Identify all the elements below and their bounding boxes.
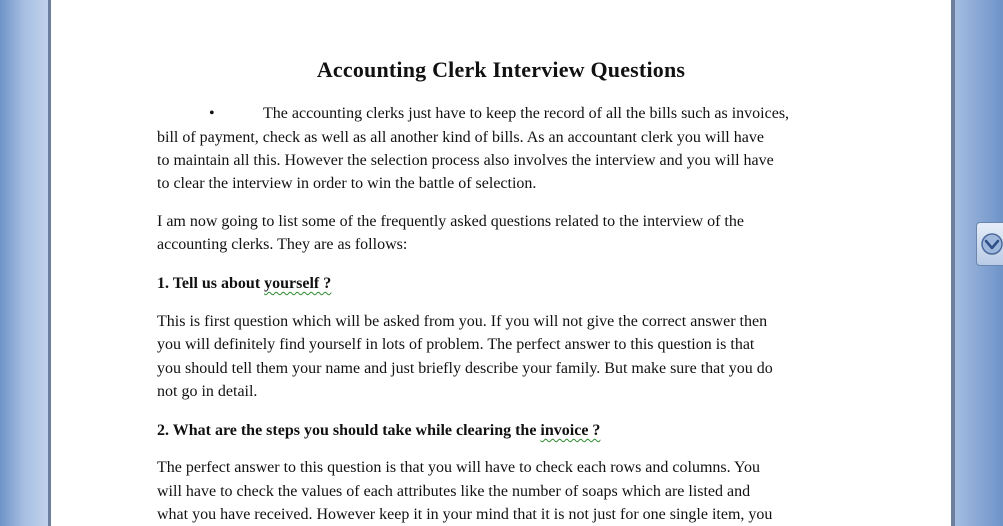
- question-text: 2. What are the steps you should take wh…: [157, 422, 541, 439]
- answer-line: not go in detail.: [157, 383, 258, 400]
- intro-paragraph-line: • The accounting clerks just have to keep…: [157, 102, 847, 125]
- browse-object-button[interactable]: [976, 222, 1003, 266]
- document-page[interactable]: Accounting Clerk Interview Questions • Th…: [51, 0, 951, 526]
- question-text: 1. Tell us about: [157, 275, 265, 292]
- question-heading-2: 2. What are the steps you should take wh…: [157, 419, 847, 442]
- grammar-flagged-word: invoice ?: [540, 422, 601, 439]
- document-title: Accounting Clerk Interview Questions: [316, 57, 686, 82]
- answer-line: will have to check the values of each at…: [157, 483, 751, 500]
- list-intro-line: accounting clerks. They are as follows:: [157, 236, 408, 253]
- bullet-icon: •: [209, 105, 215, 122]
- browse-object-icon: [981, 233, 1003, 255]
- question-heading-1: 1. Tell us about yourself ?: [157, 272, 847, 295]
- intro-paragraph-line: bill of payment, check as well as all an…: [157, 129, 764, 146]
- intro-text: The accounting clerks just have to keep …: [263, 105, 790, 122]
- answer-line: you should tell them your name and just …: [157, 360, 773, 377]
- answer-line: The perfect answer to this question is t…: [157, 459, 760, 476]
- list-intro-line: I am now going to list some of the frequ…: [157, 213, 744, 230]
- answer-line: what you have received. However keep it …: [157, 506, 773, 523]
- intro-paragraph-line: to maintain all this. However the select…: [157, 152, 774, 169]
- grammar-flagged-word: yourself ?: [264, 275, 332, 292]
- answer-line: This is first question which will be ask…: [157, 313, 768, 330]
- answer-line: you will definitely find yourself in lot…: [157, 336, 755, 353]
- intro-paragraph-line: to clear the interview in order to win t…: [157, 175, 537, 192]
